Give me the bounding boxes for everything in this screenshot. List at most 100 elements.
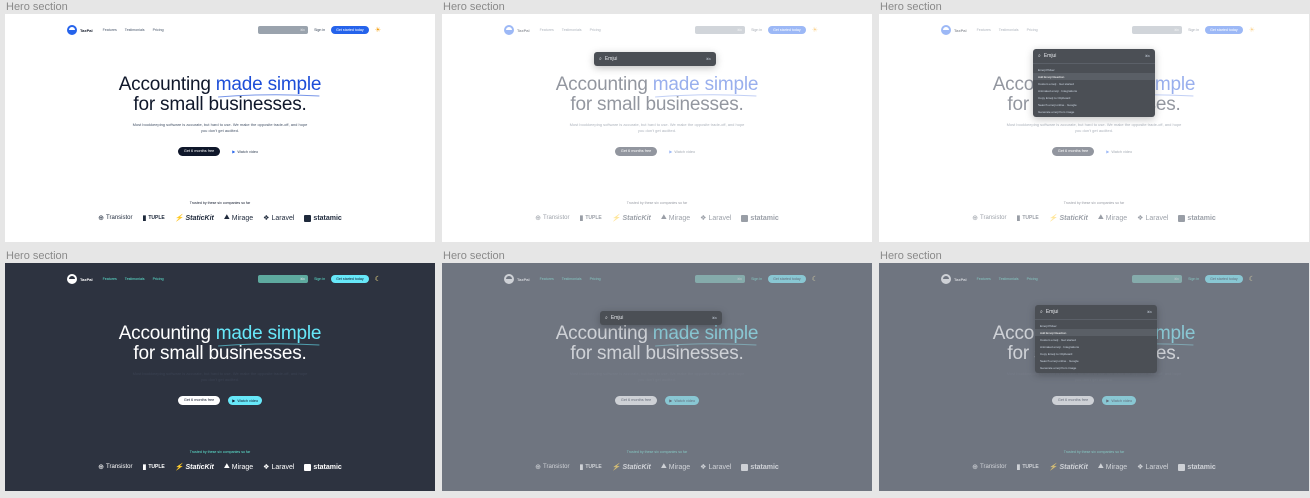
cell-label: Hero section <box>880 250 942 262</box>
logo-statickit: ⚡StaticKit <box>175 214 214 223</box>
palette-result-item[interactable]: Search emoji online · Google <box>1033 101 1155 108</box>
headline-accent: made simple <box>215 74 322 98</box>
palette-shortcut: ⌘K <box>711 316 717 320</box>
palette-search-field[interactable]: ⌕ Emjui ⌘K <box>594 52 716 66</box>
logo[interactable]: TaxPal <box>67 274 93 284</box>
laravel-label: Laravel <box>271 214 295 222</box>
cell-label: Hero section <box>880 1 942 13</box>
palette-result-item[interactable]: Animated emoji · Integrations <box>1035 343 1157 350</box>
hero-subtitle: Most bookkeeping software is accurate, b… <box>132 122 308 133</box>
palette-result-item[interactable]: Add Emoji Reaction <box>1035 329 1157 336</box>
watch-video-label: Watch video <box>237 149 259 154</box>
palette-result-item[interactable]: Custom emoji · Get started <box>1033 80 1155 87</box>
watch-video-button[interactable]: ▶Watch video <box>228 396 263 405</box>
palette-result-item[interactable]: Animated emoji · Integrations <box>1033 87 1155 94</box>
hero-subtitle: Most bookkeeping software is accurate, b… <box>132 371 308 382</box>
hero-variant-4: Hero section TaxPal Features Testimonial… <box>5 249 435 494</box>
search-palette: ⌕ Emjui ⌘K <box>600 311 722 325</box>
palette-result-item[interactable]: Custom emoji · Get started <box>1035 336 1157 343</box>
sun-icon[interactable]: ☀ <box>375 26 381 34</box>
palette-result-item[interactable]: Search emoji online · Google <box>1035 357 1157 364</box>
nav-link-testimonials[interactable]: Testimonials <box>125 28 145 32</box>
logo-transistor: ⊕Transistor <box>98 463 132 471</box>
palette-result-item[interactable]: Generate emoji from image <box>1035 364 1157 371</box>
modal-backdrop[interactable] <box>442 263 872 491</box>
nav-links: Features Testimonials Pricing <box>103 277 164 281</box>
play-icon: ▶ <box>232 149 236 154</box>
tuple-icon: ▮ <box>142 215 147 222</box>
transistor-label: Transistor <box>106 215 133 221</box>
palette-result-item[interactable]: Emoji Picker <box>1035 322 1157 329</box>
mirage-label: Mirage <box>231 214 254 222</box>
headline-accent: made simple <box>216 323 321 347</box>
nav-links: Features Testimonials Pricing <box>103 28 164 32</box>
nav-link-pricing[interactable]: Pricing <box>153 28 164 32</box>
sign-in-link[interactable]: Sign in <box>314 277 325 281</box>
modal-backdrop[interactable] <box>442 14 872 242</box>
palette-result-item[interactable]: Copy Emoji to Clipboard <box>1035 350 1157 357</box>
nav-right: ⌘K Sign in Get started today ☾ <box>258 275 381 283</box>
palette-search-field[interactable]: ⌕ Emjui ⌘K <box>600 311 722 325</box>
tuple-label: TUPLE <box>148 215 165 221</box>
trusted-text: Trusted by these six companies so far <box>189 201 251 205</box>
hero-variant-3: Hero section TaxPal Features Testimonial… <box>879 0 1309 245</box>
logo-laravel: ❖Laravel <box>263 214 295 223</box>
mirage-label: Mirage <box>231 463 254 471</box>
nav-link-pricing[interactable]: Pricing <box>153 277 164 281</box>
search-input[interactable]: ⌘K <box>258 275 309 283</box>
hero-headline: Accounting made simple for small busines… <box>5 324 435 364</box>
palette-query: Emjui <box>1045 309 1059 315</box>
logo-mirage: ⛰Mirage <box>224 463 253 471</box>
hero-variant-6: Hero section TaxPal Features Testimonial… <box>879 249 1309 494</box>
get-6-months-button[interactable]: Get 6 months free <box>177 396 221 405</box>
swoosh-icon <box>217 94 320 98</box>
logo-statickit: ⚡StaticKit <box>174 463 214 472</box>
hero-frame: TaxPal Features Testimonials Pricing ⌘K … <box>5 14 435 242</box>
statickit-icon: ⚡ <box>174 464 184 471</box>
statickit-label: StaticKit <box>185 214 214 222</box>
modal-backdrop[interactable] <box>879 263 1309 491</box>
hero-frame: TaxPal Features Testimonials Pricing ⌘K … <box>5 263 435 491</box>
hero-frame: TaxPal Features Testimonials Pricing ⌘K … <box>879 14 1309 242</box>
search-icon: ⌕ <box>605 315 608 321</box>
hero-frame: TaxPal Features Testimonials Pricing ⌘K … <box>442 263 872 491</box>
nav-link-features[interactable]: Features <box>103 277 117 281</box>
logo[interactable]: TaxPal <box>67 25 93 35</box>
palette-results: Emoji Picker Add Emoji Reaction Custom emo… <box>1033 63 1155 117</box>
palette-query: Emjui <box>610 315 624 321</box>
palette-search-field[interactable]: ⌕ Emjui ⌘K <box>1035 305 1157 319</box>
transistor-icon: ⊕ <box>98 215 105 222</box>
palette-result-item[interactable]: Generate emoji from image <box>1033 108 1155 115</box>
get-started-button[interactable]: Get started today <box>331 26 369 34</box>
cell-label: Hero section <box>6 1 68 13</box>
palette-result-item[interactable]: Copy Emoji to Clipboard <box>1033 94 1155 101</box>
get-6-months-button[interactable]: Get 6 months free <box>177 147 221 156</box>
headline-pre: Accounting <box>118 74 216 95</box>
search-icon: ⌕ <box>599 56 602 62</box>
search-input[interactable]: ⌘K <box>258 26 309 34</box>
transistor-icon: ⊕ <box>98 464 105 471</box>
watch-video-button[interactable]: ▶Watch video <box>228 147 262 156</box>
search-palette: ⌕ Emjui ⌘K <box>594 52 716 66</box>
cell-label: Hero section <box>443 1 505 13</box>
tuple-icon: ▮ <box>142 464 147 471</box>
headline-accent-text: made simple <box>215 74 322 95</box>
get-started-button[interactable]: Get started today <box>331 275 369 283</box>
laravel-label: Laravel <box>271 463 295 471</box>
palette-shortcut: ⌘K <box>1146 310 1152 314</box>
palette-result-item[interactable]: Add Emoji Reaction <box>1033 73 1155 80</box>
nav-link-features[interactable]: Features <box>103 28 117 32</box>
palette-shortcut: ⌘K <box>1144 54 1150 58</box>
top-nav: TaxPal Features Testimonials Pricing ⌘K … <box>67 273 381 285</box>
statamic-label: statamic <box>313 463 342 471</box>
palette-search-field[interactable]: ⌕ Emjui ⌘K <box>1033 49 1155 63</box>
palette-result-item[interactable]: Emoji Picker <box>1033 66 1155 73</box>
logo-icon <box>67 274 77 284</box>
logo-transistor: ⊕Transistor <box>98 214 132 222</box>
sign-in-link[interactable]: Sign in <box>314 28 325 32</box>
nav-link-testimonials[interactable]: Testimonials <box>125 277 145 281</box>
company-logos: ⊕Transistor ▮TUPLE ⚡StaticKit ⛰Mirage ❖L… <box>5 214 435 222</box>
palette-query: Emjui <box>1043 53 1057 59</box>
moon-icon[interactable]: ☾ <box>375 275 381 283</box>
search-shortcut: ⌘K <box>300 28 306 32</box>
